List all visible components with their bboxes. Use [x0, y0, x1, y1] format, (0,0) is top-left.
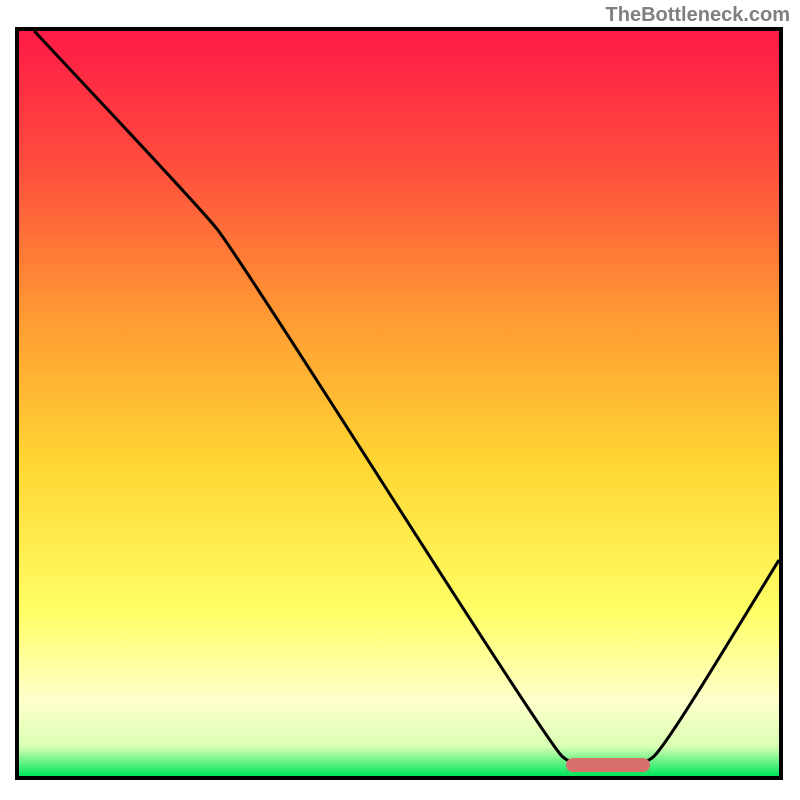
watermark-text: TheBottleneck.com — [606, 4, 790, 27]
bottleneck-curve — [19, 31, 779, 776]
optimal-range-marker — [566, 758, 650, 772]
plot-area — [15, 27, 783, 780]
chart-container: TheBottleneck.com — [0, 0, 800, 800]
